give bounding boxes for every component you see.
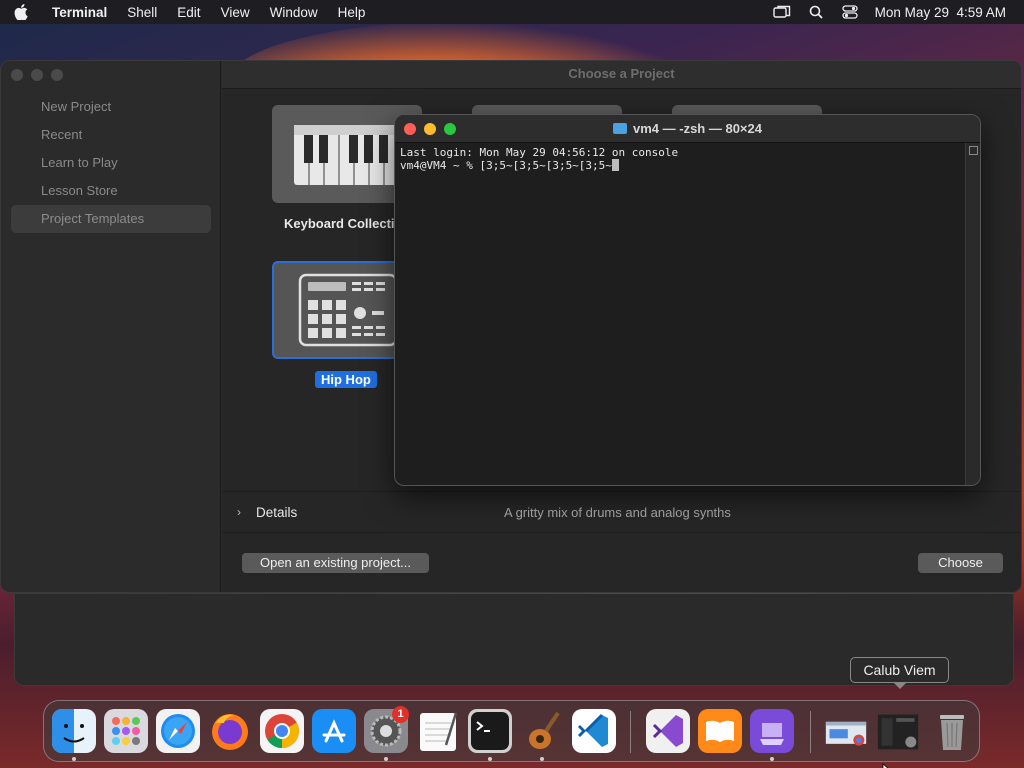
chevron-right-icon[interactable]: › <box>222 505 256 519</box>
sidebar-item-learn-to-play[interactable]: Learn to Play <box>11 149 211 177</box>
template-keyboard-label: Keyboard Collecti <box>284 216 395 231</box>
garageband-icon[interactable] <box>520 709 564 753</box>
terminal-prompt-line: vm4@VM4 ~ % [3;5~[3;5~[3;5~[3;5~ <box>400 159 960 172</box>
running-indicator <box>384 757 388 761</box>
notification-badge: 1 <box>392 706 409 723</box>
garageband-sidebar: New Project Recent Learn to Play Lesson … <box>1 61 221 592</box>
firefox-icon[interactable] <box>208 709 252 753</box>
minimized-window-preview[interactable] <box>824 709 872 753</box>
running-indicator <box>540 757 544 761</box>
sidebar-item-recent[interactable]: Recent <box>11 121 211 149</box>
choose-button[interactable]: Choose <box>918 553 1003 573</box>
menu-help[interactable]: Help <box>328 5 376 20</box>
terminal-titlebar[interactable]: vm4 — -zsh — 80×24 <box>395 115 980 143</box>
dock: 1 <box>43 700 980 762</box>
dock-separator <box>810 711 811 753</box>
terminal-line: vm4@VM4 ~ % [3;5~[3;5~[3;5~[3;5~ <box>400 159 612 172</box>
menu-clock[interactable]: Mon May 29 4:59 AM <box>875 5 1006 20</box>
minimize-button[interactable] <box>424 123 436 135</box>
books-icon[interactable] <box>698 709 742 753</box>
running-indicator <box>770 757 774 761</box>
minimize-button[interactable] <box>31 69 43 81</box>
text-cursor <box>611 159 619 171</box>
control-center-icon[interactable] <box>841 4 859 20</box>
close-button[interactable] <box>404 123 416 135</box>
app-store-icon[interactable] <box>312 709 356 753</box>
terminal-scrollbar[interactable] <box>965 143 980 485</box>
sidebar-item-lesson-store[interactable]: Lesson Store <box>11 177 211 205</box>
terminal-window-controls <box>404 123 456 135</box>
terminal-icon[interactable] <box>468 709 512 753</box>
template-description: A gritty mix of drums and analog synths <box>504 504 731 520</box>
trash-icon[interactable] <box>930 709 974 753</box>
window-controls <box>11 69 63 81</box>
apple-menu-icon[interactable] <box>0 4 42 20</box>
apple-configurator-icon[interactable] <box>750 709 794 753</box>
menu-edit[interactable]: Edit <box>167 5 210 20</box>
close-button[interactable] <box>11 69 23 81</box>
menu-view[interactable]: View <box>211 5 260 20</box>
dock-tooltip: Calub Viem <box>850 657 949 683</box>
details-bar: › Details A gritty mix of drums and anal… <box>222 491 1021 533</box>
terminal-title: vm4 — -zsh — 80×24 <box>633 121 762 136</box>
menu-window[interactable]: Window <box>260 5 328 20</box>
launchpad-icon[interactable] <box>104 709 148 753</box>
chrome-icon[interactable] <box>260 709 304 753</box>
menu-bar: Terminal Shell Edit View Window Help Mon… <box>0 0 1024 24</box>
visual-studio-icon[interactable] <box>646 709 690 753</box>
vscode-icon[interactable] <box>572 709 616 753</box>
folder-icon <box>613 123 627 134</box>
menu-app-name[interactable]: Terminal <box>42 5 117 20</box>
textedit-icon[interactable] <box>416 709 460 753</box>
tooltip-arrow <box>893 682 907 689</box>
sidebar-item-new-project[interactable]: New Project <box>11 93 211 121</box>
safari-icon[interactable] <box>156 709 200 753</box>
window-title: Choose a Project <box>222 61 1021 89</box>
sidebar-list: New Project Recent Learn to Play Lesson … <box>11 93 211 233</box>
mouse-pointer-icon <box>882 760 892 768</box>
scroll-thumb[interactable] <box>969 146 978 155</box>
open-existing-project-button[interactable]: Open an existing project... <box>242 553 429 573</box>
minimized-window-preview[interactable] <box>876 709 924 753</box>
terminal-output[interactable]: Last login: Mon May 29 04:56:12 on conso… <box>395 143 965 485</box>
running-indicator <box>72 757 76 761</box>
zoom-button[interactable] <box>444 123 456 135</box>
running-indicator <box>488 757 492 761</box>
terminal-window[interactable]: vm4 — -zsh — 80×24 Last login: Mon May 2… <box>394 114 981 486</box>
screen-mirroring-icon[interactable] <box>772 4 791 20</box>
dock-separator <box>630 711 631 753</box>
spotlight-search-icon[interactable] <box>807 4 825 20</box>
menu-shell[interactable]: Shell <box>117 5 167 20</box>
template-hip-hop-label: Hip Hop <box>315 371 377 388</box>
finder-icon[interactable] <box>52 709 96 753</box>
zoom-button[interactable] <box>51 69 63 81</box>
sidebar-item-project-templates[interactable]: Project Templates <box>11 205 211 233</box>
details-toggle[interactable]: Details <box>256 505 504 520</box>
terminal-line: Last login: Mon May 29 04:56:12 on conso… <box>400 146 679 159</box>
